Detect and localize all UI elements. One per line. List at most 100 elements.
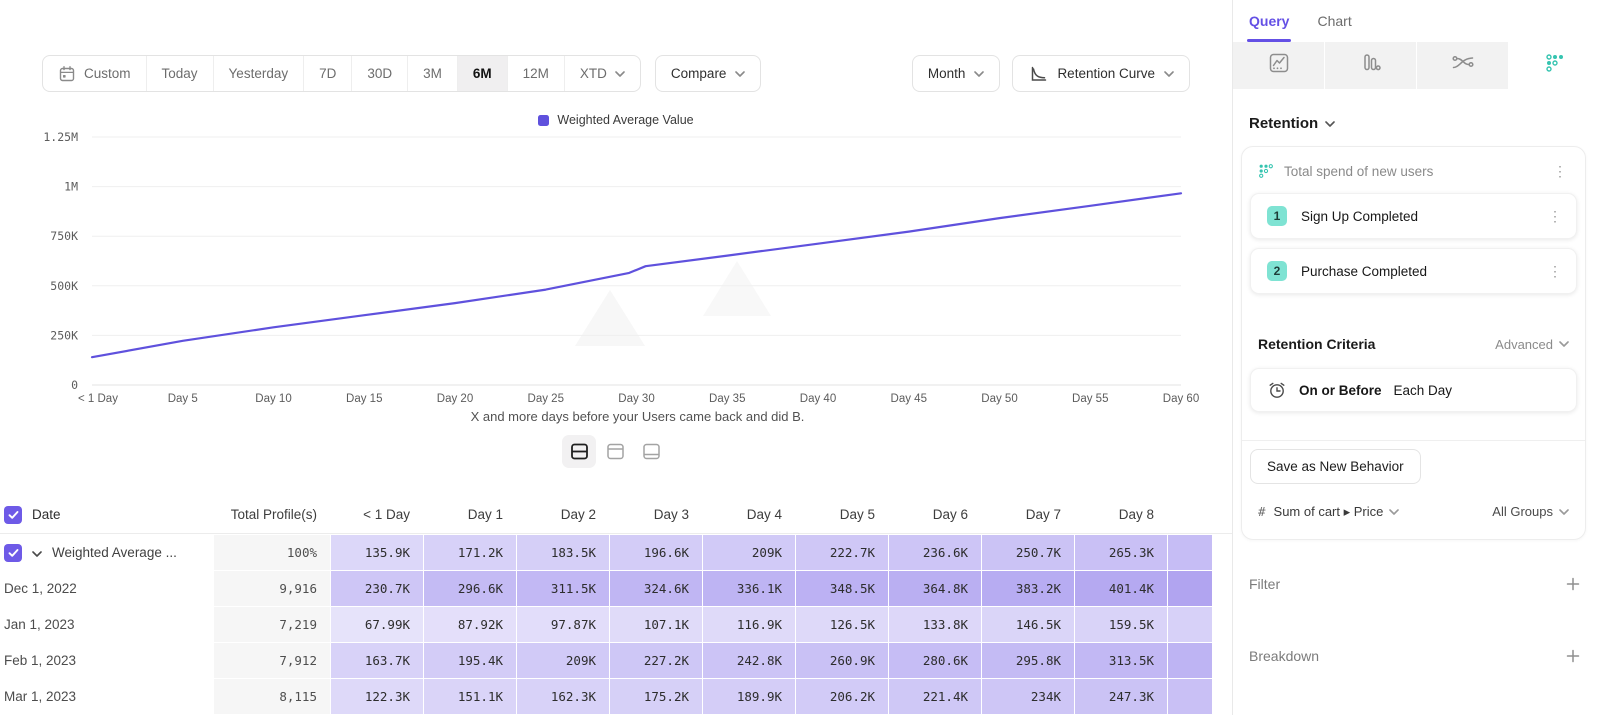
- value-cell: 209K: [703, 535, 795, 570]
- retention-section-dropdown[interactable]: Retention: [1249, 115, 1584, 132]
- svg-text:Day 60: Day 60: [1163, 393, 1199, 405]
- value-cell: 175.2K: [610, 679, 702, 714]
- table-header-row: DateTotal Profile(s)< 1 DayDay 1Day 2Day…: [0, 496, 1232, 533]
- tab-chart[interactable]: Chart: [1317, 0, 1351, 42]
- partial-column-header: [1168, 496, 1212, 533]
- compare-button[interactable]: Compare: [655, 55, 762, 92]
- layout-chart-button[interactable]: [598, 435, 632, 468]
- tab-query[interactable]: Query: [1249, 0, 1289, 42]
- value-cell: 324.6K: [610, 571, 702, 606]
- row-label: Jan 1, 2023: [4, 617, 75, 632]
- all-groups-dropdown[interactable]: All Groups: [1492, 504, 1569, 519]
- checkbox-select-all[interactable]: [4, 506, 22, 524]
- svg-text:500K: 500K: [50, 279, 78, 293]
- svg-text:Day 45: Day 45: [891, 393, 927, 405]
- value-cell: 348.5K: [796, 571, 888, 606]
- measure-property-dropdown[interactable]: Sum of cart ▸ Price: [1274, 504, 1400, 520]
- range-label: Today: [162, 66, 198, 81]
- chart-legend: Weighted Average Value: [0, 113, 1232, 127]
- step-event-label: Sign Up Completed: [1301, 209, 1530, 224]
- layout-table-button[interactable]: [634, 435, 668, 468]
- save-as-new-behavior-button[interactable]: Save as New Behavior: [1250, 449, 1421, 484]
- chart-type-dropdown[interactable]: Retention Curve: [1012, 55, 1190, 92]
- kebab-menu-icon[interactable]: ⋮: [1549, 162, 1571, 180]
- checkbox-row[interactable]: [4, 544, 22, 562]
- range-xtd[interactable]: XTD: [565, 56, 640, 91]
- behavior-step[interactable]: 1Sign Up Completed⋮: [1250, 193, 1577, 239]
- range-12m[interactable]: 12M: [508, 56, 565, 91]
- range-custom[interactable]: Custom: [43, 56, 147, 91]
- range-6m[interactable]: 6M: [458, 56, 508, 91]
- value-cell: 126.5K: [796, 607, 888, 642]
- kebab-menu-icon[interactable]: ⋮: [1544, 262, 1566, 280]
- value-cell: 162.3K: [517, 679, 609, 714]
- table-row: Jan 1, 20237,21967.99K87.92K97.87K107.1K…: [0, 607, 1232, 642]
- column-header: Day 4: [703, 496, 795, 533]
- report-type-switcher: [1233, 42, 1600, 89]
- report-tile-insights[interactable]: [1233, 42, 1325, 89]
- value-cell: 311.5K: [517, 571, 609, 606]
- report-tile-flows[interactable]: [1417, 42, 1509, 89]
- granularity-label: Month: [928, 66, 966, 81]
- svg-text:Day 40: Day 40: [800, 393, 836, 405]
- svg-text:1.25M: 1.25M: [43, 130, 78, 144]
- value-cell: 336.1K: [703, 571, 795, 606]
- table-row: Weighted Average ...100%135.9K171.2K183.…: [0, 535, 1232, 570]
- retention-icon: [1544, 52, 1566, 79]
- chart-caption: X and more days before your Users came b…: [0, 409, 1275, 424]
- total-profiles-cell: 9,916: [214, 571, 330, 606]
- layout-split-button[interactable]: [562, 435, 596, 468]
- add-filter-button[interactable]: [1562, 573, 1584, 595]
- plus-icon: [1566, 649, 1580, 663]
- range-yesterday[interactable]: Yesterday: [214, 56, 305, 91]
- column-header-date: Date: [32, 507, 61, 522]
- value-cell: 236.6K: [889, 535, 981, 570]
- behavior-step[interactable]: 2Purchase Completed⋮: [1250, 248, 1577, 294]
- filter-label: Filter: [1249, 576, 1562, 592]
- divider: [0, 533, 1232, 534]
- layout-table-icon: [641, 441, 662, 462]
- chevron-down-icon: [735, 71, 745, 77]
- advanced-dropdown[interactable]: Advanced: [1495, 337, 1569, 352]
- date-range-segmented-control: Custom Today Yesterday7D30D3M6M12MXTD: [42, 55, 641, 92]
- report-tile-retention[interactable]: [1509, 42, 1600, 89]
- add-breakdown-button[interactable]: [1562, 645, 1584, 667]
- range-3m[interactable]: 3M: [408, 56, 458, 91]
- column-header: Day 7: [982, 496, 1074, 533]
- row-label-cell: Weighted Average ...: [0, 535, 213, 570]
- range-7d[interactable]: 7D: [304, 56, 352, 91]
- table-row: Feb 1, 20237,912163.7K195.4K209K227.2K24…: [0, 643, 1232, 678]
- step-number-badge: 2: [1267, 261, 1287, 281]
- retention-criteria-row: Retention Criteria Advanced: [1258, 336, 1569, 352]
- kebab-menu-icon[interactable]: ⋮: [1544, 207, 1566, 225]
- compare-label: Compare: [671, 66, 727, 81]
- value-cell: 135.9K: [331, 535, 423, 570]
- column-header: < 1 Day: [331, 496, 423, 533]
- value-cell: 242.8K: [703, 643, 795, 678]
- range-today[interactable]: Today: [147, 56, 214, 91]
- query-panel: Query Chart Retention Total spend of new…: [1232, 0, 1600, 715]
- value-cell: 87.92K: [424, 607, 516, 642]
- svg-text:Day 35: Day 35: [709, 393, 745, 405]
- column-header: Day 3: [610, 496, 702, 533]
- behavior-steps: 1Sign Up Completed⋮2Purchase Completed⋮: [1242, 193, 1585, 294]
- measure-property-label: Sum of cart ▸ Price: [1274, 504, 1384, 520]
- range-30d[interactable]: 30D: [352, 56, 408, 91]
- table-rows: Weighted Average ...100%135.9K171.2K183.…: [0, 535, 1232, 714]
- value-cell: 97.87K: [517, 607, 609, 642]
- row-label-cell: Feb 1, 2023: [0, 643, 213, 678]
- value-cell: 364.8K: [889, 571, 981, 606]
- granularity-dropdown[interactable]: Month: [912, 55, 1001, 92]
- alarm-clock-icon: [1267, 380, 1287, 400]
- funnels-icon: [1360, 52, 1382, 79]
- report-tile-funnels[interactable]: [1325, 42, 1417, 89]
- divider: [1242, 440, 1585, 441]
- value-cell: 313.5K: [1075, 643, 1167, 678]
- value-cell: 295.8K: [982, 643, 1074, 678]
- svg-text:Day 55: Day 55: [1072, 393, 1108, 405]
- retention-criteria-label: Retention Criteria: [1258, 336, 1495, 352]
- value-cell-partial: [1168, 571, 1212, 606]
- criteria-setting-card[interactable]: On or Before Each Day: [1250, 368, 1577, 412]
- expand-chevron-icon[interactable]: [32, 545, 42, 560]
- value-cell: 227.2K: [610, 643, 702, 678]
